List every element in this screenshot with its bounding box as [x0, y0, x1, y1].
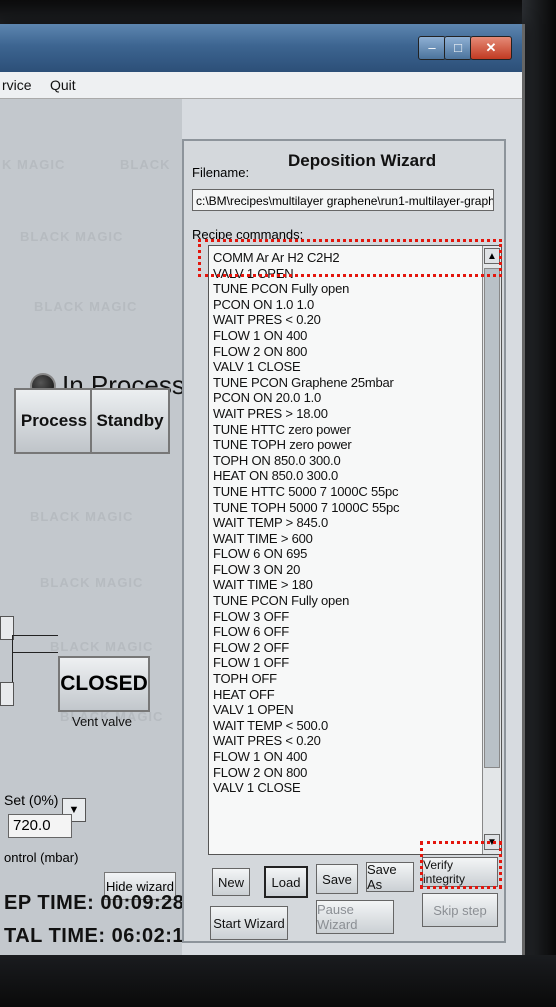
recipe-command-item[interactable]: FLOW 1 ON 400	[209, 328, 477, 344]
app-window: – □ ✕ rvice Quit K MAGIC BLACK BLACK MAG…	[0, 24, 525, 964]
recipe-commands-list[interactable]: COMM Ar Ar H2 C2H2 VALV 1 OPEN TUNE PCON F…	[208, 245, 502, 855]
recipe-command-item[interactable]: FLOW 2 ON 800	[209, 765, 477, 781]
monitor-bezel-bottom	[0, 955, 556, 1007]
close-button[interactable]: ✕	[470, 36, 512, 60]
save-as-button[interactable]: Save As	[366, 862, 414, 892]
load-button[interactable]: Load	[264, 866, 308, 898]
list-scrollbar[interactable]: ▲ ▼	[482, 246, 501, 854]
deposition-wizard-panel: Deposition Wizard Filename: c:\BM\recipe…	[182, 139, 506, 943]
recipe-command-item[interactable]: WAIT PRES < 0.20	[209, 312, 477, 328]
recipe-command-item[interactable]: VALV 1 CLOSE	[209, 359, 477, 375]
recipe-command-item[interactable]: FLOW 2 OFF	[209, 640, 477, 656]
menu-quit[interactable]: Quit	[50, 77, 76, 93]
filename-field[interactable]: c:\BM\recipes\multilayer graphene\run1-m…	[192, 189, 494, 211]
pipe-line	[12, 635, 58, 636]
recipe-command-item[interactable]: PCON ON 20.0 1.0	[209, 390, 477, 406]
recipe-command-item[interactable]: WAIT TIME > 180	[209, 577, 477, 593]
recipe-command-item[interactable]: TUNE PCON Fully open	[209, 281, 477, 297]
recipe-command-item[interactable]: WAIT TIME > 600	[209, 531, 477, 547]
setpoint-value-field[interactable]: 720.0	[8, 814, 72, 838]
menu-bar: rvice Quit	[0, 72, 522, 99]
watermark-text: BLACK MAGIC	[50, 639, 154, 654]
watermark-text: BLACK	[120, 157, 171, 172]
recipe-command-item[interactable]: HEAT ON 850.0 300.0	[209, 468, 477, 484]
new-button[interactable]: New	[212, 868, 250, 896]
filename-label: Filename:	[192, 165, 250, 180]
recipe-command-item[interactable]: WAIT TEMP < 500.0	[209, 718, 477, 734]
recipe-command-item[interactable]: TUNE TOPH 5000 7 1000C 55pc	[209, 500, 477, 516]
recipe-command-item[interactable]: FLOW 6 OFF	[209, 624, 477, 640]
highlight-verify-integrity	[420, 841, 502, 889]
maximize-button[interactable]: □	[444, 36, 472, 60]
monitor-bezel-right	[522, 0, 556, 1007]
recipe-command-item[interactable]: FLOW 2 ON 800	[209, 344, 477, 360]
recipe-command-item[interactable]: FLOW 3 OFF	[209, 609, 477, 625]
recipe-command-item[interactable]: TOPH ON 850.0 300.0	[209, 453, 477, 469]
recipe-command-item[interactable]: TUNE HTTC zero power	[209, 422, 477, 438]
menu-service[interactable]: rvice	[2, 77, 32, 93]
recipe-command-item[interactable]: FLOW 1 OFF	[209, 655, 477, 671]
recipe-command-item[interactable]: TUNE TOPH zero power	[209, 437, 477, 453]
recipe-command-item[interactable]: TUNE PCON Graphene 25mbar	[209, 375, 477, 391]
watermark-text: BLACK MAGIC	[30, 509, 134, 524]
recipe-command-item[interactable]: TUNE PCON Fully open	[209, 593, 477, 609]
step-time-readout: EP TIME: 00:09:28	[4, 892, 185, 914]
recipe-command-item[interactable]: FLOW 6 ON 695	[209, 546, 477, 562]
skip-step-button[interactable]: Skip step	[422, 893, 498, 927]
watermark-text: BLACK MAGIC	[34, 299, 138, 314]
recipe-command-item[interactable]: TUNE HTTC 5000 7 1000C 55pc	[209, 484, 477, 500]
pipe-line	[12, 652, 58, 653]
vent-valve-label: Vent valve	[72, 714, 132, 729]
recipe-command-item[interactable]: HEAT OFF	[209, 687, 477, 703]
recipe-command-item[interactable]: VALV 1 CLOSE	[209, 780, 477, 796]
recipe-command-item[interactable]: VALV 1 OPEN	[209, 702, 477, 718]
title-bar: – □ ✕	[0, 24, 522, 72]
minimize-button[interactable]: –	[418, 36, 446, 60]
pause-wizard-button[interactable]: Pause Wizard	[316, 900, 394, 934]
recipe-command-item[interactable]: PCON ON 1.0 1.0	[209, 297, 477, 313]
recipe-command-item[interactable]: FLOW 3 ON 20	[209, 562, 477, 578]
standby-button[interactable]: Standby	[90, 388, 170, 454]
control-units-label: ontrol (mbar)	[4, 850, 79, 865]
total-time-readout: TAL TIME: 06:02:12	[4, 925, 196, 947]
recipe-command-item[interactable]: WAIT TEMP > 845.0	[209, 515, 477, 531]
recipe-command-item[interactable]: TOPH OFF	[209, 671, 477, 687]
watermark-text: BLACK MAGIC	[40, 575, 144, 590]
highlight-first-command	[198, 239, 502, 277]
save-button[interactable]: Save	[316, 864, 358, 894]
watermark-text: K MAGIC	[2, 157, 66, 172]
watermark-text: BLACK MAGIC	[20, 229, 124, 244]
recipe-command-item[interactable]: WAIT PRES < 0.20	[209, 733, 477, 749]
recipe-command-item[interactable]: FLOW 1 ON 400	[209, 749, 477, 765]
scroll-thumb[interactable]	[484, 268, 500, 768]
recipe-command-item[interactable]: WAIT PRES > 18.00	[209, 406, 477, 422]
vent-valve-button[interactable]: CLOSED	[58, 656, 150, 712]
process-button[interactable]: Process	[14, 388, 94, 454]
wizard-title: Deposition Wizard	[288, 151, 437, 170]
setpoint-label: Set (0%)	[4, 792, 59, 808]
recipe-commands-items: COMM Ar Ar H2 C2H2 VALV 1 OPEN TUNE PCON F…	[209, 250, 477, 796]
valve-widget	[0, 682, 14, 706]
start-wizard-button[interactable]: Start Wizard	[210, 906, 288, 940]
